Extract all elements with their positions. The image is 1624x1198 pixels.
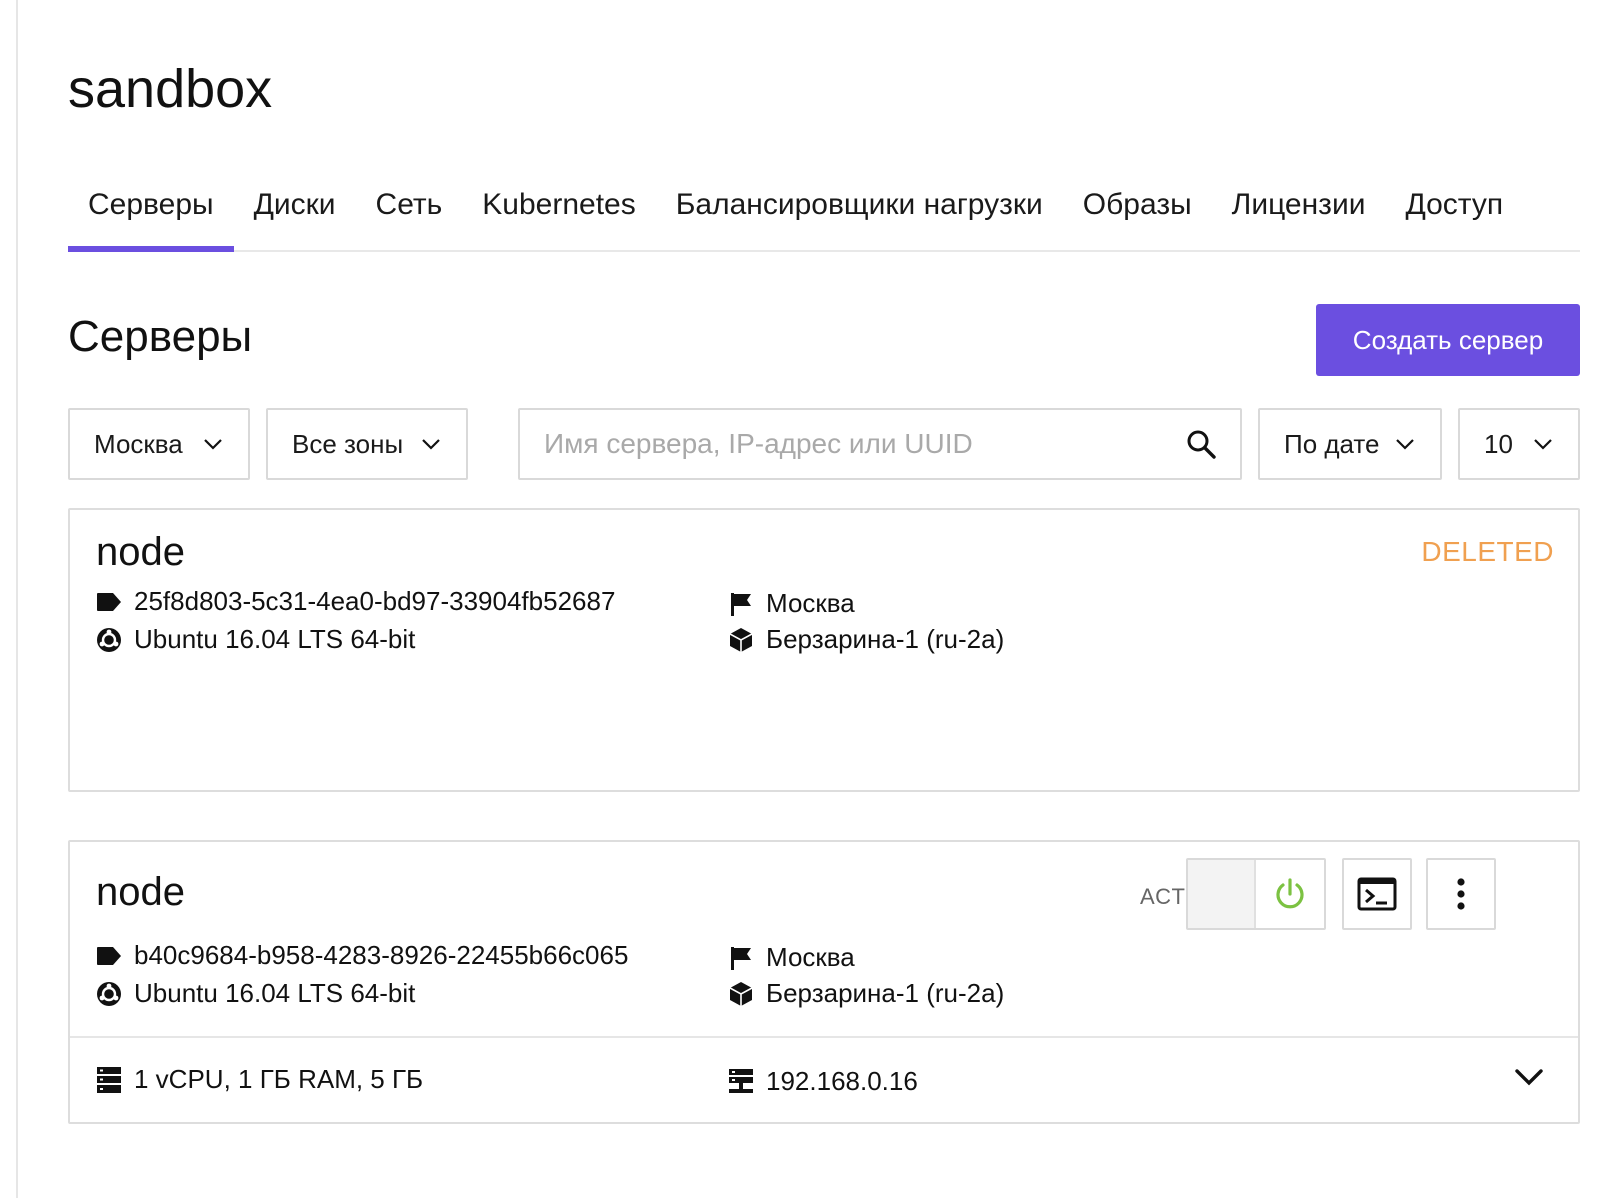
server-uuid: 25f8d803-5c31-4ea0-bd97-33904fb52687 [96,586,615,617]
zone-select[interactable]: Все зоны [266,408,468,480]
tab-load-balancers[interactable]: Балансировщики нагрузки [656,170,1063,250]
power-toggle[interactable] [1186,858,1326,930]
tab-bar: Серверы Диски Сеть Kubernetes Балансиров… [68,170,1580,252]
tab-network[interactable]: Сеть [356,170,463,250]
server-card-footer: 1 vCPU, 1 ГБ RAM, 5 ГБ 192.168.0.16 [70,1036,1578,1122]
flag-icon [728,591,754,617]
chevron-down-icon [1532,433,1554,455]
per-page-select-value: 10 [1484,428,1513,459]
server-zone: Берзарина-1 (ru-2a) [728,978,1004,1009]
search-input[interactable] [544,428,1186,460]
flag-icon [728,945,754,971]
region-select-value: Москва [94,428,183,459]
chevron-down-icon [202,433,224,455]
server-region: Москва [728,588,855,619]
server-uuid: b40c9684-b958-4283-8926-22455b66c065 [96,940,628,971]
tab-disks[interactable]: Диски [234,170,356,250]
region-select[interactable]: Москва [68,408,250,480]
tag-icon [96,589,122,615]
server-zone: Берзарина-1 (ru-2a) [728,624,1004,655]
ubuntu-icon [96,627,122,653]
chevron-down-icon[interactable] [1514,1068,1544,1086]
server-uuid-text: 25f8d803-5c31-4ea0-bd97-33904fb52687 [134,586,616,616]
tag-icon [96,943,122,969]
more-vertical-icon [1456,877,1466,911]
server-region-text: Москва [766,942,855,972]
cube-icon [728,981,754,1007]
server-os: Ubuntu 16.04 LTS 64-bit [96,978,415,1009]
cube-icon [728,627,754,653]
status-badge: DELETED [1421,536,1554,567]
server-ip: 192.168.0.16 [728,1066,918,1097]
server-zone-text: Берзарина-1 (ru-2a) [766,624,1005,654]
server-card[interactable]: node ACTIVE b40c9684-b958-4283-8926-2245… [68,840,1580,1124]
section-title: Серверы [68,312,253,361]
server-region: Москва [728,942,855,973]
power-toggle-off-side[interactable] [1188,860,1256,928]
zone-select-value: Все зоны [292,428,404,459]
tab-kubernetes[interactable]: Kubernetes [462,170,655,250]
chevron-down-icon [1394,433,1416,455]
server-name: node [96,530,185,574]
server-name: node [96,870,185,914]
tab-access[interactable]: Доступ [1385,170,1523,250]
search-box [518,408,1242,480]
more-actions-button[interactable] [1426,858,1496,930]
server-ip-text: 192.168.0.16 [766,1066,918,1096]
server-specs-text: 1 vCPU, 1 ГБ RAM, 5 ГБ [134,1064,424,1094]
ubuntu-icon [96,981,122,1007]
server-stack-icon [96,1066,122,1093]
server-zone-text: Берзарина-1 (ru-2a) [766,978,1005,1008]
tab-images[interactable]: Образы [1063,170,1212,250]
search-icon[interactable] [1186,429,1216,459]
create-server-button[interactable]: Создать сервер [1316,304,1580,376]
power-icon[interactable] [1256,860,1324,928]
server-uuid-text: b40c9684-b958-4283-8926-22455b66c065 [134,940,629,970]
server-region-text: Москва [766,588,855,618]
terminal-icon [1357,877,1397,911]
chevron-down-icon [420,433,442,455]
server-os-text: Ubuntu 16.04 LTS 64-bit [134,978,416,1008]
console-button[interactable] [1342,858,1412,930]
network-icon [728,1068,754,1095]
servers-page: sandbox Серверы Диски Сеть Kubernetes Ба… [16,0,1624,1198]
page-title: sandbox [68,59,273,119]
sort-select-value: По дате [1284,428,1380,459]
per-page-select[interactable]: 10 [1458,408,1580,480]
server-os: Ubuntu 16.04 LTS 64-bit [96,624,415,655]
tab-licenses[interactable]: Лицензии [1212,170,1386,250]
tab-servers[interactable]: Серверы [68,170,234,252]
server-specs: 1 vCPU, 1 ГБ RAM, 5 ГБ [96,1064,423,1095]
sort-select[interactable]: По дате [1258,408,1442,480]
server-os-text: Ubuntu 16.04 LTS 64-bit [134,624,416,654]
server-card[interactable]: node DELETED 25f8d803-5c31-4ea0-bd97-339… [68,508,1580,792]
